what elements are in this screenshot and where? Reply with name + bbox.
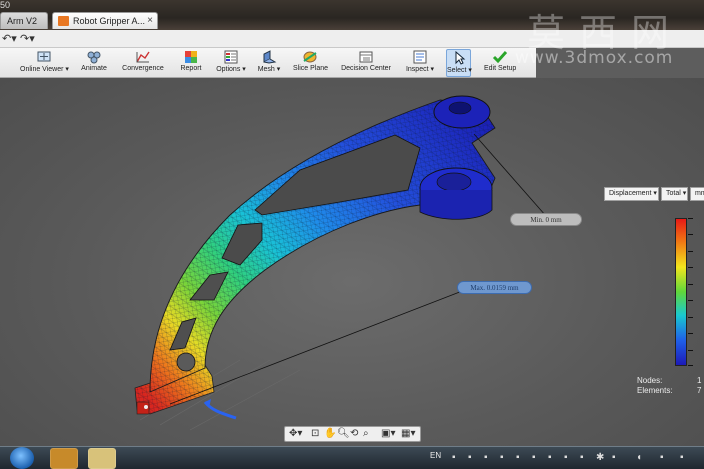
result-type-value: Displacement — [609, 190, 652, 197]
os-taskbar: EN ▪ ▪ ▪ ▪ ▪ ▪ ▪ ▪ ▪ ✱ ▪ ◖ ▪ ▪ — [0, 446, 704, 469]
ribbon-label: Select — [447, 67, 467, 74]
grid-icon[interactable]: ▦▾ — [401, 428, 415, 439]
slice-plane-icon — [303, 51, 317, 63]
report-icon — [185, 51, 197, 63]
edit-setup-button[interactable]: Edit Setup — [484, 49, 516, 77]
nodes-value: 1 — [697, 376, 702, 385]
elements-label: Elements: — [637, 386, 673, 395]
tray-icon[interactable]: ▪ — [516, 452, 520, 463]
navigation-bar: ✥▾ ⊡ ✋ 🔍︎ ⟲ ⌕ ▣▾ ▦▾ — [284, 426, 421, 442]
redo-icon[interactable]: ↷▾ — [20, 32, 35, 45]
ribbon-label: Options — [216, 66, 241, 73]
inspect-button[interactable]: Inspect ▾ — [405, 49, 435, 77]
display-mode-icon[interactable]: ▣▾ — [381, 428, 395, 439]
undo-icon[interactable]: ↶▾ — [2, 32, 17, 45]
tray-icon[interactable]: ▪ — [580, 452, 584, 463]
decision-center-button[interactable]: Decision Center — [341, 49, 391, 77]
ribbon-label: Edit Setup — [484, 65, 517, 72]
decision-center-icon — [359, 51, 373, 63]
animate-button[interactable]: Animate — [79, 49, 109, 77]
component-value: Total — [666, 190, 681, 197]
steering-wheel-icon[interactable]: ✥▾ — [289, 428, 302, 439]
zoom-window-icon[interactable]: ⌕ — [363, 428, 369, 439]
chevron-down-icon: ▾ — [682, 190, 687, 197]
nodes-row: Nodes: 1 — [637, 376, 701, 386]
edit-setup-icon — [492, 51, 508, 64]
unit-value: mm — [695, 190, 704, 197]
component-dropdown[interactable]: Total ▾ — [661, 187, 688, 201]
window-title: 50 — [0, 0, 11, 10]
convergence-button[interactable]: Convergence — [122, 49, 164, 77]
ribbon-label: Convergence — [122, 65, 164, 72]
convergence-icon — [136, 51, 150, 63]
tray-icon[interactable]: ▪ — [532, 452, 536, 463]
document-icon — [58, 16, 69, 26]
elements-value: 7 — [697, 386, 702, 395]
options-button[interactable]: Options ▾ — [215, 49, 247, 77]
online-viewer-button[interactable]: Online Viewer ▾ — [20, 49, 69, 77]
max-probe-label: Max. 0.0159 mm — [470, 284, 519, 292]
tray-icon[interactable]: ▪ — [484, 452, 488, 463]
camera-icon[interactable]: ⊡ — [311, 428, 319, 439]
mesh-stats: Nodes: 1 Elements: 7 — [637, 376, 701, 396]
tab-label: Arm V2 — [7, 16, 38, 26]
watermark-url: www.3dmox.com — [515, 48, 674, 68]
nodes-label: Nodes: — [637, 376, 663, 385]
tray-icon[interactable]: ▪ — [564, 452, 568, 463]
language-indicator[interactable]: EN — [430, 451, 441, 460]
tray-icon[interactable]: ▪ — [500, 452, 504, 463]
tray-icon[interactable]: ▪ — [680, 452, 684, 463]
report-button[interactable]: Report — [178, 49, 204, 77]
unit-dropdown[interactable]: mm — [690, 187, 704, 201]
select-icon — [455, 51, 465, 65]
ribbon-label: Mesh — [257, 66, 275, 73]
graphics-viewport[interactable]: Min. 0 mm Max. 0.0159 mm Displacement ▾ … — [0, 78, 704, 448]
bluetooth-icon[interactable]: ✱ — [596, 452, 604, 463]
ribbon-label: Animate — [81, 65, 107, 72]
ribbon-label: Report — [180, 65, 202, 72]
orbit-icon[interactable]: ⟲ — [350, 428, 358, 439]
tray-icon[interactable]: ▪ — [452, 452, 456, 463]
tab-arm-v2[interactable]: Arm V2 — [0, 12, 48, 29]
zoom-icon[interactable]: 🔍︎ — [337, 428, 350, 439]
legend-ticks — [688, 218, 694, 366]
tray-icon[interactable]: ▪ — [660, 452, 664, 463]
elements-row: Elements: 7 — [637, 386, 701, 396]
max-displacement-probe[interactable]: Max. 0.0159 mm — [457, 281, 532, 294]
color-legend-bar — [675, 218, 687, 366]
min-probe-label: Min. 0 mm — [530, 216, 562, 224]
inspect-icon — [413, 50, 427, 64]
ribbon-label: Inspect — [405, 66, 429, 73]
gripper-arm-model[interactable] — [0, 78, 704, 448]
pan-icon[interactable]: ✋ — [324, 428, 336, 439]
ribbon-label: Decision Center — [341, 65, 391, 72]
tab-label: Robot Gripper A... — [73, 16, 146, 26]
mesh-button[interactable]: Mesh ▾ — [257, 49, 281, 77]
chevron-down-icon: ▾ — [653, 190, 657, 197]
slice-plane-button[interactable]: Slice Plane — [293, 49, 329, 77]
taskbar-app-inventor[interactable] — [50, 448, 78, 469]
close-icon[interactable]: × — [147, 15, 153, 26]
ribbon-toolbar: Online Viewer ▾ Animate Convergence Repo… — [0, 48, 536, 78]
min-displacement-probe[interactable]: Min. 0 mm — [510, 213, 582, 226]
options-icon — [224, 50, 238, 64]
ribbon-label: Online Viewer — [20, 66, 64, 73]
select-button[interactable]: Select ▾ — [446, 49, 472, 77]
tab-robot-gripper[interactable]: Robot Gripper A... × — [52, 12, 158, 29]
mesh-icon — [263, 50, 277, 64]
tray-icon[interactable]: ▪ — [548, 452, 552, 463]
network-icon[interactable]: ▪ — [612, 452, 616, 463]
viewer-icon — [37, 51, 51, 62]
animate-icon — [87, 51, 101, 64]
result-type-dropdown[interactable]: Displacement ▾ — [604, 187, 659, 201]
taskbar-app-explorer[interactable] — [88, 448, 116, 469]
ribbon-label: Slice Plane — [293, 65, 329, 72]
volume-icon[interactable]: ◖ — [636, 452, 642, 463]
tray-icon[interactable]: ▪ — [468, 452, 472, 463]
start-button[interactable] — [10, 447, 34, 469]
